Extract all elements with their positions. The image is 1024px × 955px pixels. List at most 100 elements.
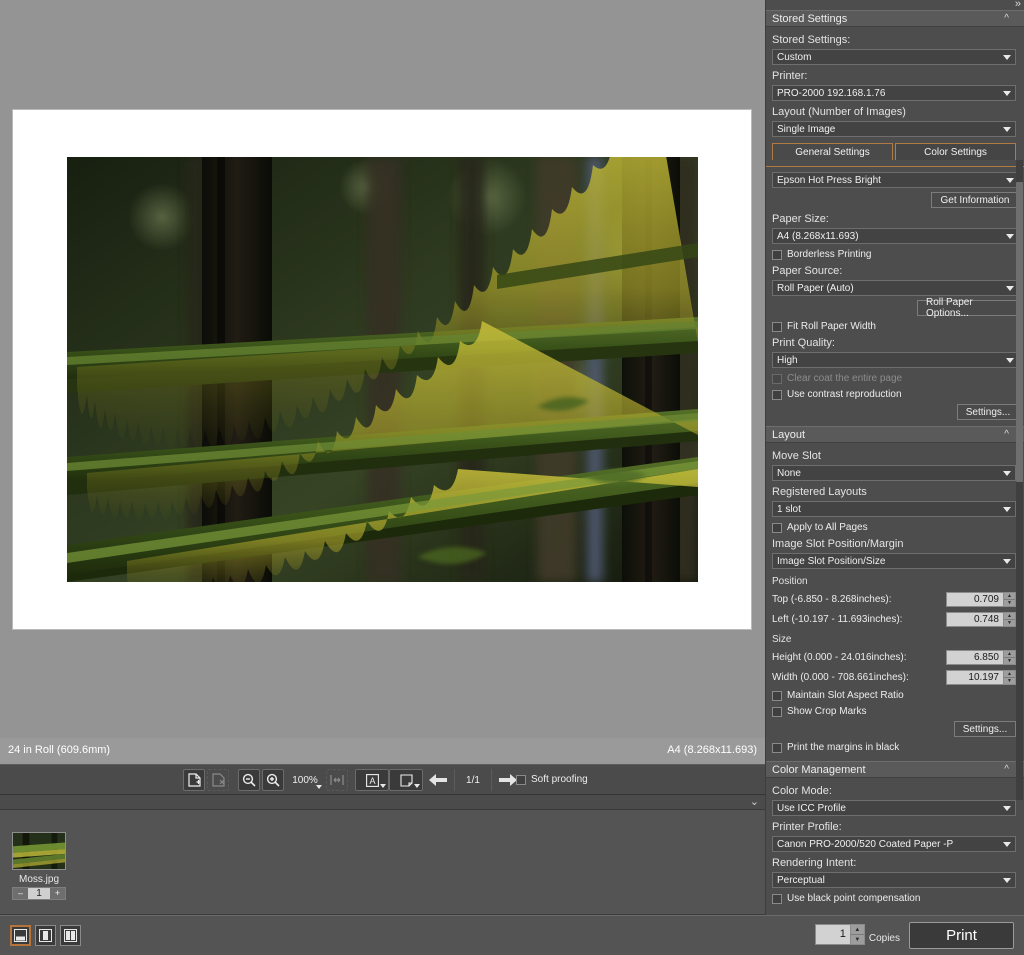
collapse-section-icon[interactable]: ^: [1004, 13, 1009, 24]
print-margins-black-row[interactable]: Print the margins in black: [772, 742, 1016, 753]
text-annotation-button[interactable]: A: [355, 769, 389, 791]
increment-icon[interactable]: ▲: [1004, 613, 1015, 620]
left-position-value[interactable]: 0.748: [947, 613, 1003, 626]
section-header-layout[interactable]: Layout ^: [766, 426, 1024, 443]
print-preview-canvas[interactable]: [0, 0, 765, 738]
previous-page-button[interactable]: [424, 769, 452, 791]
zoom-level-dropdown[interactable]: 100%: [286, 769, 324, 791]
fit-roll-paper-width-checkbox[interactable]: [772, 321, 782, 332]
print-button[interactable]: Print: [909, 922, 1014, 949]
get-information-button[interactable]: Get Information: [931, 192, 1019, 208]
zoom-out-button[interactable]: [238, 769, 260, 791]
quality-settings-button[interactable]: Settings...: [957, 404, 1019, 420]
soft-proofing-toggle[interactable]: Soft proofing: [516, 774, 588, 785]
print-margins-black-checkbox[interactable]: [772, 742, 782, 753]
copies-spin-buttons[interactable]: ▲ ▼: [849, 925, 864, 944]
maintain-slot-aspect-ratio-checkbox[interactable]: [772, 690, 782, 701]
single-preview-view-button[interactable]: [10, 925, 31, 946]
contrast-reproduction-checkbox[interactable]: [772, 389, 782, 400]
copies-increment-icon[interactable]: ▲: [850, 925, 864, 935]
rendering-intent-dropdown[interactable]: Perceptual: [772, 872, 1016, 888]
paper-source-dropdown[interactable]: Roll Paper (Auto): [772, 280, 1019, 296]
fit-to-window-button[interactable]: [326, 769, 348, 791]
registered-layouts-dropdown[interactable]: 1 slot: [772, 501, 1016, 517]
apply-to-all-pages-checkbox[interactable]: [772, 522, 782, 533]
top-position-spinner[interactable]: ▲ ▼: [1003, 593, 1015, 606]
increment-icon[interactable]: ▲: [1004, 671, 1015, 678]
width-spinner[interactable]: ▲ ▼: [1003, 671, 1015, 684]
view-mode-group[interactable]: [10, 925, 81, 946]
width-field[interactable]: 10.197 ▲ ▼: [946, 670, 1016, 685]
height-spinner[interactable]: ▲ ▼: [1003, 651, 1015, 664]
show-crop-marks-row[interactable]: Show Crop Marks: [772, 706, 1016, 717]
collapse-section-icon[interactable]: ^: [1004, 764, 1009, 775]
stored-settings-dropdown[interactable]: Custom: [772, 49, 1016, 65]
move-slot-dropdown[interactable]: None: [772, 465, 1016, 481]
dual-preview-view-button[interactable]: [60, 925, 81, 946]
maintain-slot-aspect-ratio-row[interactable]: Maintain Slot Aspect Ratio: [772, 690, 1016, 701]
printer-profile-dropdown[interactable]: Canon PRO-2000/520 Coated Paper -P: [772, 836, 1016, 852]
increment-copies-button[interactable]: +: [50, 888, 65, 899]
layout-count-dropdown[interactable]: Single Image: [772, 121, 1016, 137]
height-value[interactable]: 6.850: [947, 651, 1003, 664]
increment-icon[interactable]: ▲: [1004, 593, 1015, 600]
expand-panel-icon[interactable]: »: [1015, 0, 1021, 10]
contrast-reproduction-row[interactable]: Use contrast reproduction: [772, 389, 1019, 400]
top-position-value[interactable]: 0.709: [947, 593, 1003, 606]
copies-control[interactable]: 1 ▲ ▼ Copies: [814, 924, 900, 945]
decrement-icon[interactable]: ▼: [1004, 658, 1015, 664]
decrement-icon[interactable]: ▼: [1004, 600, 1015, 606]
collapse-section-icon[interactable]: ^: [1004, 429, 1009, 440]
apply-to-all-pages-row[interactable]: Apply to All Pages: [772, 522, 1016, 533]
width-value[interactable]: 10.197: [947, 671, 1003, 684]
black-point-compensation-row[interactable]: Use black point compensation: [772, 893, 1016, 904]
thumbnail-copies-stepper[interactable]: – 1 +: [12, 887, 66, 900]
borderless-printing-checkbox[interactable]: [772, 249, 782, 260]
section-header-color-management[interactable]: Color Management ^: [766, 761, 1024, 778]
add-page-button[interactable]: [183, 769, 205, 791]
printer-dropdown[interactable]: PRO-2000 192.168.1.76: [772, 85, 1016, 101]
left-position-spinner[interactable]: ▲ ▼: [1003, 613, 1015, 626]
black-point-compensation-checkbox[interactable]: [772, 893, 782, 904]
height-field[interactable]: 6.850 ▲ ▼: [946, 650, 1016, 665]
decrement-icon[interactable]: ▼: [1004, 678, 1015, 684]
chevron-double-down-icon[interactable]: ⌄: [750, 796, 759, 809]
paper-sheet[interactable]: [13, 110, 751, 629]
media-type-dropdown[interactable]: Epson Hot Press Bright: [772, 172, 1019, 188]
thumbnail-item[interactable]: Moss.jpg – 1 +: [12, 832, 66, 900]
tab-general-settings[interactable]: General Settings: [772, 143, 893, 160]
split-preview-view-button[interactable]: [35, 925, 56, 946]
color-mode-dropdown[interactable]: Use ICC Profile: [772, 800, 1016, 816]
print-quality-dropdown[interactable]: High: [772, 352, 1019, 368]
borderless-printing-row[interactable]: Borderless Printing: [772, 249, 1019, 260]
page-options-button[interactable]: [389, 769, 423, 791]
thumbnail-strip[interactable]: Moss.jpg – 1 +: [0, 810, 765, 915]
image-slot-position-dropdown[interactable]: Image Slot Position/Size: [772, 553, 1016, 569]
show-crop-marks-checkbox[interactable]: [772, 706, 782, 717]
increment-icon[interactable]: ▲: [1004, 651, 1015, 658]
thumbstrip-collapse-bar[interactable]: ⌄: [0, 795, 765, 810]
settings-panel-scrollbar[interactable]: [1016, 160, 1023, 800]
delete-page-button[interactable]: [207, 769, 229, 791]
thumbnail-copies-value[interactable]: 1: [28, 888, 50, 899]
settings-panel-scroll-area[interactable]: Stored Settings ^ Stored Settings: Custo…: [766, 10, 1024, 915]
soft-proofing-checkbox[interactable]: [516, 774, 526, 785]
scrollbar-thumb[interactable]: [1016, 182, 1023, 482]
top-position-field[interactable]: 0.709 ▲ ▼: [946, 592, 1016, 607]
paper-size-dropdown[interactable]: A4 (8.268x11.693): [772, 228, 1019, 244]
section-header-stored-settings[interactable]: Stored Settings ^: [766, 10, 1024, 27]
preview-toolbar[interactable]: 100% A 1/1 Soft proofing: [0, 764, 765, 795]
settings-panel[interactable]: » Stored Settings ^ Stored Settings: Cus…: [765, 0, 1024, 915]
tab-color-settings[interactable]: Color Settings: [895, 143, 1016, 160]
settings-tabs[interactable]: General Settings Color Settings: [772, 143, 1016, 160]
layout-settings-button[interactable]: Settings...: [954, 721, 1016, 737]
copies-spinner[interactable]: 1 ▲ ▼: [814, 924, 865, 945]
zoom-in-button[interactable]: [262, 769, 284, 791]
left-position-field[interactable]: 0.748 ▲ ▼: [946, 612, 1016, 627]
thumbnail-image[interactable]: [12, 832, 66, 870]
copies-value[interactable]: 1: [815, 925, 850, 944]
image-slot-preview[interactable]: [67, 157, 698, 582]
decrement-icon[interactable]: ▼: [1004, 620, 1015, 626]
copies-decrement-icon[interactable]: ▼: [850, 935, 864, 944]
decrement-copies-button[interactable]: –: [13, 888, 28, 899]
